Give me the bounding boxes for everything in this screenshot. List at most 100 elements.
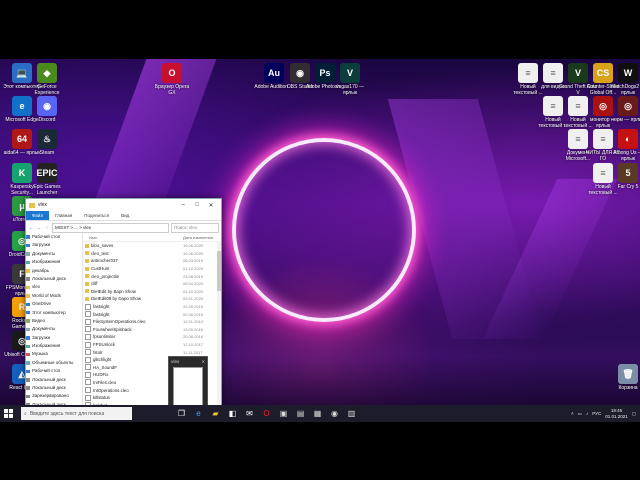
chat-icon[interactable]: ▣	[276, 406, 291, 421]
up-icon[interactable]: ↑	[44, 225, 50, 230]
nav-item[interactable]: OneDrive	[26, 300, 82, 308]
nav-item[interactable]: Локальный диск	[26, 376, 82, 384]
nav-item[interactable]: Изображения	[26, 342, 82, 350]
folder-icon	[26, 386, 30, 390]
file-row[interactable]: cliff 08.04.2020	[83, 280, 221, 288]
folder-icon	[26, 361, 30, 365]
file-row[interactable]: cleo_projectile 23.08.2019	[83, 272, 221, 280]
nav-item[interactable]: Документы	[26, 325, 82, 333]
nav-item[interactable]: vlex	[26, 283, 82, 291]
recycle-icon: 🗑	[618, 364, 638, 384]
explorer-icon[interactable]: ▰	[208, 406, 223, 421]
nav-item[interactable]: декабрь	[26, 267, 82, 275]
nav-item[interactable]: Локальный диск	[26, 384, 82, 392]
nav-item[interactable]: Зарезервировано	[26, 392, 82, 400]
nav-item[interactable]: Загрузки	[26, 241, 82, 249]
nav-item[interactable]: Изображения	[26, 258, 82, 266]
column-date[interactable]: Дата изменения	[183, 235, 221, 240]
file-row[interactable]: fastsight 22.09.2019	[83, 303, 221, 311]
language-indicator[interactable]: РУС	[592, 411, 601, 416]
desktop-icon-steam[interactable]: ♨ Steam	[27, 129, 67, 156]
file-row[interactable]: bloo_saves 19.06.2020	[83, 242, 221, 250]
folder-icon	[26, 277, 30, 281]
desktop-icon-opera[interactable]: O Браузер Opera GX	[152, 63, 192, 96]
nav-item-label: Загрузки	[32, 242, 51, 248]
close-icon[interactable]: ✕	[202, 359, 205, 364]
vegas-icon: V	[340, 63, 360, 83]
desktop-icon-recycle[interactable]: 🗑 Корзина	[608, 364, 640, 391]
file-row[interactable]: fastsight 02.08.2019	[83, 310, 221, 318]
back-icon[interactable]: ←	[28, 225, 34, 230]
media-icon[interactable]: ▤	[293, 406, 308, 421]
nav-item[interactable]: World of Mods	[26, 292, 82, 300]
windows-icon	[3, 409, 13, 418]
file-row[interactable]: CustHunt 01.10.2020	[83, 265, 221, 273]
desktop-icon-vegas[interactable]: Vvegas170 — ярлык	[330, 63, 370, 96]
desktop-icon-farcry[interactable]: 5 Far Cry 5	[608, 163, 640, 190]
farcry-icon: 5	[618, 163, 638, 183]
chevron-up-icon[interactable]: ˄	[571, 411, 574, 416]
desktop-icon-amongus[interactable]: ◐ Among Us — ярлык	[608, 129, 640, 162]
desktop-icon-epic[interactable]: EPIC Epic Games Launcher	[27, 163, 67, 196]
minimize-icon[interactable]: –	[176, 202, 190, 208]
address-bar[interactable]: MGIXT > ... > vlex	[52, 222, 169, 233]
nav-item-label: Зарезервировано	[32, 393, 69, 399]
folder-icon	[26, 243, 30, 248]
file-row[interactable]: FPSUnlock 12.10.2017	[83, 341, 221, 349]
nav-item[interactable]: Локальный диск	[26, 275, 82, 283]
file-name: cliff	[91, 281, 98, 287]
file-date: 08.04.2020	[183, 281, 204, 287]
file-row[interactable]: fstolr 11.11.2017	[83, 348, 221, 356]
file-row[interactable]: fpsunlimiter 20.08.2016	[83, 333, 221, 341]
nav-item[interactable]: Объемные объекты	[26, 359, 82, 367]
nav-item[interactable]: Этот компьютер	[26, 309, 82, 317]
desktop-icon-norm[interactable]: ◎норм — ярлык	[608, 96, 640, 123]
video-icon[interactable]: ▥	[344, 406, 359, 421]
file-date: 19.06.2020	[183, 250, 204, 256]
file-row[interactable]: DietEdit by Bapn Show 01.10.2020	[83, 288, 221, 296]
nav-item[interactable]: Музыка	[26, 350, 82, 358]
task-view-icon[interactable]: ❐	[174, 406, 189, 421]
opera-icon[interactable]: O	[259, 406, 274, 421]
folder-icon	[85, 266, 89, 271]
store-icon[interactable]: ◧	[225, 406, 240, 421]
edge-icon[interactable]: e	[191, 406, 206, 421]
volume-icon[interactable]: ♪	[586, 411, 588, 416]
desktop-icon-watchdogs[interactable]: WWatchDogs2 — ярлык	[608, 63, 640, 96]
tab-home[interactable]: Главная	[49, 213, 78, 218]
nav-item[interactable]: Видео	[26, 317, 82, 325]
file-row[interactable]: FourwheelSpinback 13.09.2016	[83, 326, 221, 334]
capture-icon[interactable]: ▦	[310, 406, 325, 421]
nav-item[interactable]: Рабочий стол	[26, 367, 82, 375]
scrollbar[interactable]	[217, 241, 221, 423]
thumbnail-title: vlex	[171, 359, 180, 364]
tab-view[interactable]: Вид	[115, 213, 135, 218]
nav-item[interactable]: Рабочий стол	[26, 233, 82, 241]
maximize-icon[interactable]: □	[190, 202, 204, 208]
start-button[interactable]	[0, 405, 16, 422]
obs-icon[interactable]: ◉	[327, 406, 342, 421]
nav-item[interactable]: Загрузки	[26, 334, 82, 342]
file-row[interactable]: cleo_text 19.06.2020	[83, 250, 221, 258]
clock[interactable]: 18:46 01.01.2021	[605, 408, 628, 419]
search-input[interactable]: Поиск: vlex	[171, 222, 219, 233]
nav-item-label: Загрузки	[32, 334, 51, 340]
close-icon[interactable]: ✕	[204, 202, 218, 209]
mail-icon[interactable]: ✉	[242, 406, 257, 421]
forward-icon[interactable]: →	[36, 225, 42, 230]
desktop-icon-discord[interactable]: ◉ Discord	[27, 96, 67, 123]
navigation-pane[interactable]: Рабочий стол Загрузки Документы Изображения…	[26, 233, 83, 423]
tab-file[interactable]: Файл	[26, 211, 50, 220]
explorer-titlebar[interactable]: vlex – □ ✕	[26, 199, 221, 211]
tab-share[interactable]: Поделиться	[78, 213, 115, 218]
desktop-icon-label: Far Cry 5	[617, 184, 639, 190]
file-row[interactable]: antirocher037 08.03.2019	[83, 257, 221, 265]
desktop-icon-geforce[interactable]: ◆ GeForce Experience	[27, 63, 67, 96]
taskbar-search[interactable]: ⌕ Введите здесь текст для поиска	[21, 407, 132, 420]
notifications-icon[interactable]: ▢	[632, 411, 636, 417]
column-name[interactable]: Имя	[83, 235, 183, 240]
file-row[interactable]: FileSystemOperations.cleo 12.01.2014	[83, 318, 221, 326]
file-row[interactable]: DietEdit08 by Dapo Show 03.01.2020	[83, 295, 221, 303]
nav-item[interactable]: Документы	[26, 250, 82, 258]
network-icon[interactable]: ▭	[578, 411, 582, 417]
